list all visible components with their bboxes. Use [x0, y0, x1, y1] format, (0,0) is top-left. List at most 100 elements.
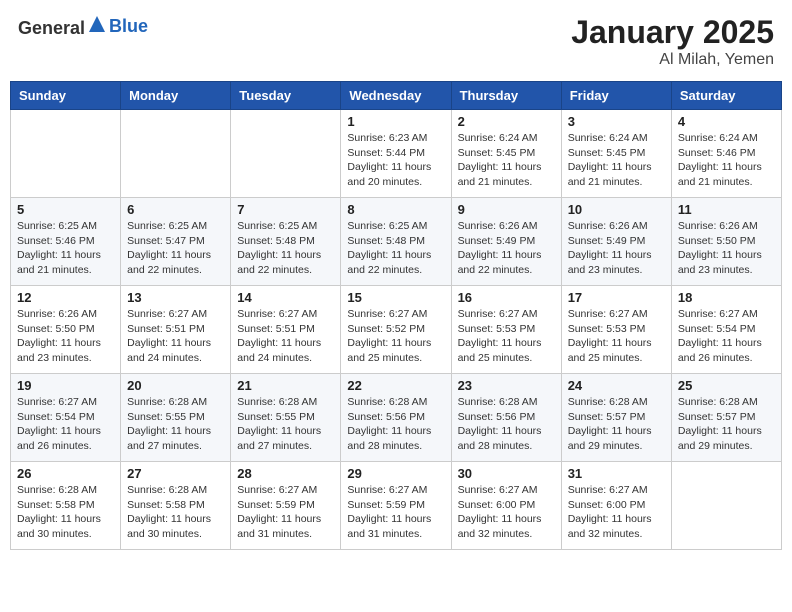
calendar-cell: 6Sunrise: 6:25 AM Sunset: 5:47 PM Daylig…: [121, 198, 231, 286]
day-detail: Sunrise: 6:24 AM Sunset: 5:46 PM Dayligh…: [678, 131, 775, 190]
day-detail: Sunrise: 6:25 AM Sunset: 5:48 PM Dayligh…: [237, 219, 334, 278]
calendar-header-saturday: Saturday: [671, 82, 781, 110]
calendar-cell: 18 Sunrise: 6:27 AM Sunset: 5:54 PM Dayli…: [671, 286, 781, 374]
calendar-cell: 22Sunrise: 6:28 AM Sunset: 5:56 PM Dayli…: [341, 374, 451, 462]
calendar-header-tuesday: Tuesday: [231, 82, 341, 110]
calendar-cell: 17Sunrise: 6:27 AM Sunset: 5:53 PM Dayli…: [561, 286, 671, 374]
calendar-cell: 4 Sunrise: 6:24 AM Sunset: 5:46 PM Daylig…: [671, 110, 781, 198]
calendar-cell: 27 Sunrise: 6:28 AM Sunset: 5:58 PM Dayli…: [121, 462, 231, 550]
day-detail: Sunrise: 6:28 AM Sunset: 5:57 PM Dayligh…: [678, 395, 775, 454]
logo-blue: Blue: [109, 16, 148, 36]
day-number: 13: [127, 290, 224, 305]
calendar-week-row: 26 Sunrise: 6:28 AM Sunset: 5:58 PM Dayli…: [11, 462, 782, 550]
day-number: 24: [568, 378, 665, 393]
day-detail: Sunrise: 6:27 AM Sunset: 5:53 PM Dayligh…: [458, 307, 555, 366]
day-number: 26: [17, 466, 114, 481]
calendar-cell: 2 Sunrise: 6:24 AM Sunset: 5:45 PM Daylig…: [451, 110, 561, 198]
day-detail: Sunrise: 6:26 AM Sunset: 5:50 PM Dayligh…: [678, 219, 775, 278]
calendar-cell: [231, 110, 341, 198]
day-number: 4: [678, 114, 775, 129]
day-number: 10: [568, 202, 665, 217]
day-number: 28: [237, 466, 334, 481]
day-number: 15: [347, 290, 444, 305]
calendar-header-wednesday: Wednesday: [341, 82, 451, 110]
day-detail: Sunrise: 6:28 AM Sunset: 5:58 PM Dayligh…: [127, 483, 224, 542]
day-number: 21: [237, 378, 334, 393]
calendar-header-row: SundayMondayTuesdayWednesdayThursdayFrid…: [11, 82, 782, 110]
calendar-cell: 5 Sunrise: 6:25 AM Sunset: 5:46 PM Daylig…: [11, 198, 121, 286]
calendar-cell: 23Sunrise: 6:28 AM Sunset: 5:56 PM Dayli…: [451, 374, 561, 462]
day-number: 18: [678, 290, 775, 305]
calendar-cell: 19Sunrise: 6:27 AM Sunset: 5:54 PM Dayli…: [11, 374, 121, 462]
calendar-cell: 8 Sunrise: 6:25 AM Sunset: 5:48 PM Daylig…: [341, 198, 451, 286]
calendar-week-row: 1 Sunrise: 6:23 AM Sunset: 5:44 PM Daylig…: [11, 110, 782, 198]
day-number: 16: [458, 290, 555, 305]
day-detail: Sunrise: 6:27 AM Sunset: 5:54 PM Dayligh…: [678, 307, 775, 366]
calendar-header-sunday: Sunday: [11, 82, 121, 110]
title-block: January 2025 Al Milah, Yemen: [571, 14, 774, 69]
day-number: 30: [458, 466, 555, 481]
day-number: 7: [237, 202, 334, 217]
calendar-header-friday: Friday: [561, 82, 671, 110]
location-title: Al Milah, Yemen: [571, 51, 774, 69]
calendar-cell: 31Sunrise: 6:27 AM Sunset: 6:00 PM Dayli…: [561, 462, 671, 550]
calendar-cell: 26 Sunrise: 6:28 AM Sunset: 5:58 PM Dayli…: [11, 462, 121, 550]
day-detail: Sunrise: 6:26 AM Sunset: 5:50 PM Dayligh…: [17, 307, 114, 366]
day-detail: Sunrise: 6:27 AM Sunset: 5:59 PM Dayligh…: [237, 483, 334, 542]
day-number: 11: [678, 202, 775, 217]
day-number: 22: [347, 378, 444, 393]
day-number: 23: [458, 378, 555, 393]
day-detail: Sunrise: 6:27 AM Sunset: 5:53 PM Dayligh…: [568, 307, 665, 366]
calendar-cell: 15 Sunrise: 6:27 AM Sunset: 5:52 PM Dayli…: [341, 286, 451, 374]
day-detail: Sunrise: 6:26 AM Sunset: 5:49 PM Dayligh…: [458, 219, 555, 278]
day-number: 20: [127, 378, 224, 393]
day-detail: Sunrise: 6:25 AM Sunset: 5:46 PM Dayligh…: [17, 219, 114, 278]
calendar-cell: 25 Sunrise: 6:28 AM Sunset: 5:57 PM Dayli…: [671, 374, 781, 462]
calendar-header-thursday: Thursday: [451, 82, 561, 110]
calendar-cell: 3Sunrise: 6:24 AM Sunset: 5:45 PM Daylig…: [561, 110, 671, 198]
day-detail: Sunrise: 6:28 AM Sunset: 5:55 PM Dayligh…: [237, 395, 334, 454]
calendar-cell: 12 Sunrise: 6:26 AM Sunset: 5:50 PM Dayli…: [11, 286, 121, 374]
day-number: 9: [458, 202, 555, 217]
calendar-cell: 9 Sunrise: 6:26 AM Sunset: 5:49 PM Daylig…: [451, 198, 561, 286]
day-detail: Sunrise: 6:27 AM Sunset: 5:54 PM Dayligh…: [17, 395, 114, 454]
day-detail: Sunrise: 6:28 AM Sunset: 5:58 PM Dayligh…: [17, 483, 114, 542]
day-number: 2: [458, 114, 555, 129]
calendar-cell: 29 Sunrise: 6:27 AM Sunset: 5:59 PM Dayli…: [341, 462, 451, 550]
day-detail: Sunrise: 6:28 AM Sunset: 5:55 PM Dayligh…: [127, 395, 224, 454]
day-number: 31: [568, 466, 665, 481]
calendar-week-row: 19Sunrise: 6:27 AM Sunset: 5:54 PM Dayli…: [11, 374, 782, 462]
logo-icon: [87, 14, 107, 34]
day-number: 5: [17, 202, 114, 217]
calendar-cell: 24 Sunrise: 6:28 AM Sunset: 5:57 PM Dayli…: [561, 374, 671, 462]
calendar-cell: 13Sunrise: 6:27 AM Sunset: 5:51 PM Dayli…: [121, 286, 231, 374]
day-number: 12: [17, 290, 114, 305]
calendar-header-monday: Monday: [121, 82, 231, 110]
calendar-cell: 30 Sunrise: 6:27 AM Sunset: 6:00 PM Dayli…: [451, 462, 561, 550]
day-number: 27: [127, 466, 224, 481]
day-number: 1: [347, 114, 444, 129]
calendar-table: SundayMondayTuesdayWednesdayThursdayFrid…: [10, 81, 782, 550]
calendar-cell: [121, 110, 231, 198]
calendar-cell: 10 Sunrise: 6:26 AM Sunset: 5:49 PM Dayli…: [561, 198, 671, 286]
day-detail: Sunrise: 6:28 AM Sunset: 5:57 PM Dayligh…: [568, 395, 665, 454]
day-detail: Sunrise: 6:23 AM Sunset: 5:44 PM Dayligh…: [347, 131, 444, 190]
day-detail: Sunrise: 6:26 AM Sunset: 5:49 PM Dayligh…: [568, 219, 665, 278]
day-detail: Sunrise: 6:27 AM Sunset: 6:00 PM Dayligh…: [458, 483, 555, 542]
day-detail: Sunrise: 6:27 AM Sunset: 5:51 PM Dayligh…: [237, 307, 334, 366]
day-detail: Sunrise: 6:24 AM Sunset: 5:45 PM Dayligh…: [458, 131, 555, 190]
day-number: 25: [678, 378, 775, 393]
day-number: 14: [237, 290, 334, 305]
calendar-cell: [671, 462, 781, 550]
day-detail: Sunrise: 6:27 AM Sunset: 5:59 PM Dayligh…: [347, 483, 444, 542]
day-detail: Sunrise: 6:25 AM Sunset: 5:48 PM Dayligh…: [347, 219, 444, 278]
calendar-cell: 21 Sunrise: 6:28 AM Sunset: 5:55 PM Dayli…: [231, 374, 341, 462]
day-detail: Sunrise: 6:25 AM Sunset: 5:47 PM Dayligh…: [127, 219, 224, 278]
calendar-cell: 28 Sunrise: 6:27 AM Sunset: 5:59 PM Dayli…: [231, 462, 341, 550]
calendar-cell: 14 Sunrise: 6:27 AM Sunset: 5:51 PM Dayli…: [231, 286, 341, 374]
day-number: 8: [347, 202, 444, 217]
calendar-cell: 11 Sunrise: 6:26 AM Sunset: 5:50 PM Dayli…: [671, 198, 781, 286]
calendar-cell: [11, 110, 121, 198]
day-detail: Sunrise: 6:27 AM Sunset: 5:52 PM Dayligh…: [347, 307, 444, 366]
day-number: 29: [347, 466, 444, 481]
